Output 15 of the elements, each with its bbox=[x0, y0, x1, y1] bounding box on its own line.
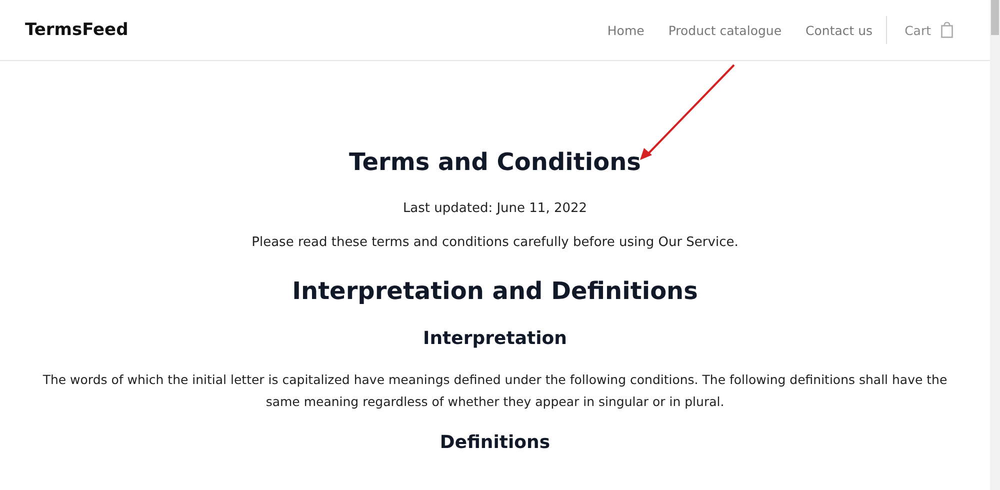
paragraph: The words of which the initial letter is capitalized have meanings defined under the following conditions. The following definitions shall have the same meaning regardless of whether they appear in singular or in plural. bbox=[42, 371, 948, 411]
intro-text: Please read these terms and conditions carefully before using Our Service. bbox=[250, 234, 740, 252]
nav-link[interactable]: Product catalogue bbox=[668, 22, 782, 38]
subsection-heading: Definitions bbox=[438, 431, 552, 455]
nav-link[interactable]: Home bbox=[607, 22, 644, 38]
section-heading: Interpretation and Definitions bbox=[291, 276, 699, 307]
subsection-heading: Interpretation bbox=[422, 327, 568, 351]
scrollbar[interactable] bbox=[990, 0, 1000, 490]
last-updated-text: Last updated: June 11, 2022 bbox=[402, 200, 588, 218]
cart-link[interactable]: Cart bbox=[904, 22, 953, 38]
logo[interactable]: TermsFeed bbox=[25, 20, 128, 40]
scrollbar-thumb[interactable] bbox=[991, 0, 999, 35]
page-title: Terms and Conditions bbox=[348, 147, 642, 178]
shopping-bag-icon bbox=[941, 22, 953, 38]
nav-link[interactable]: Contact us bbox=[806, 22, 873, 38]
